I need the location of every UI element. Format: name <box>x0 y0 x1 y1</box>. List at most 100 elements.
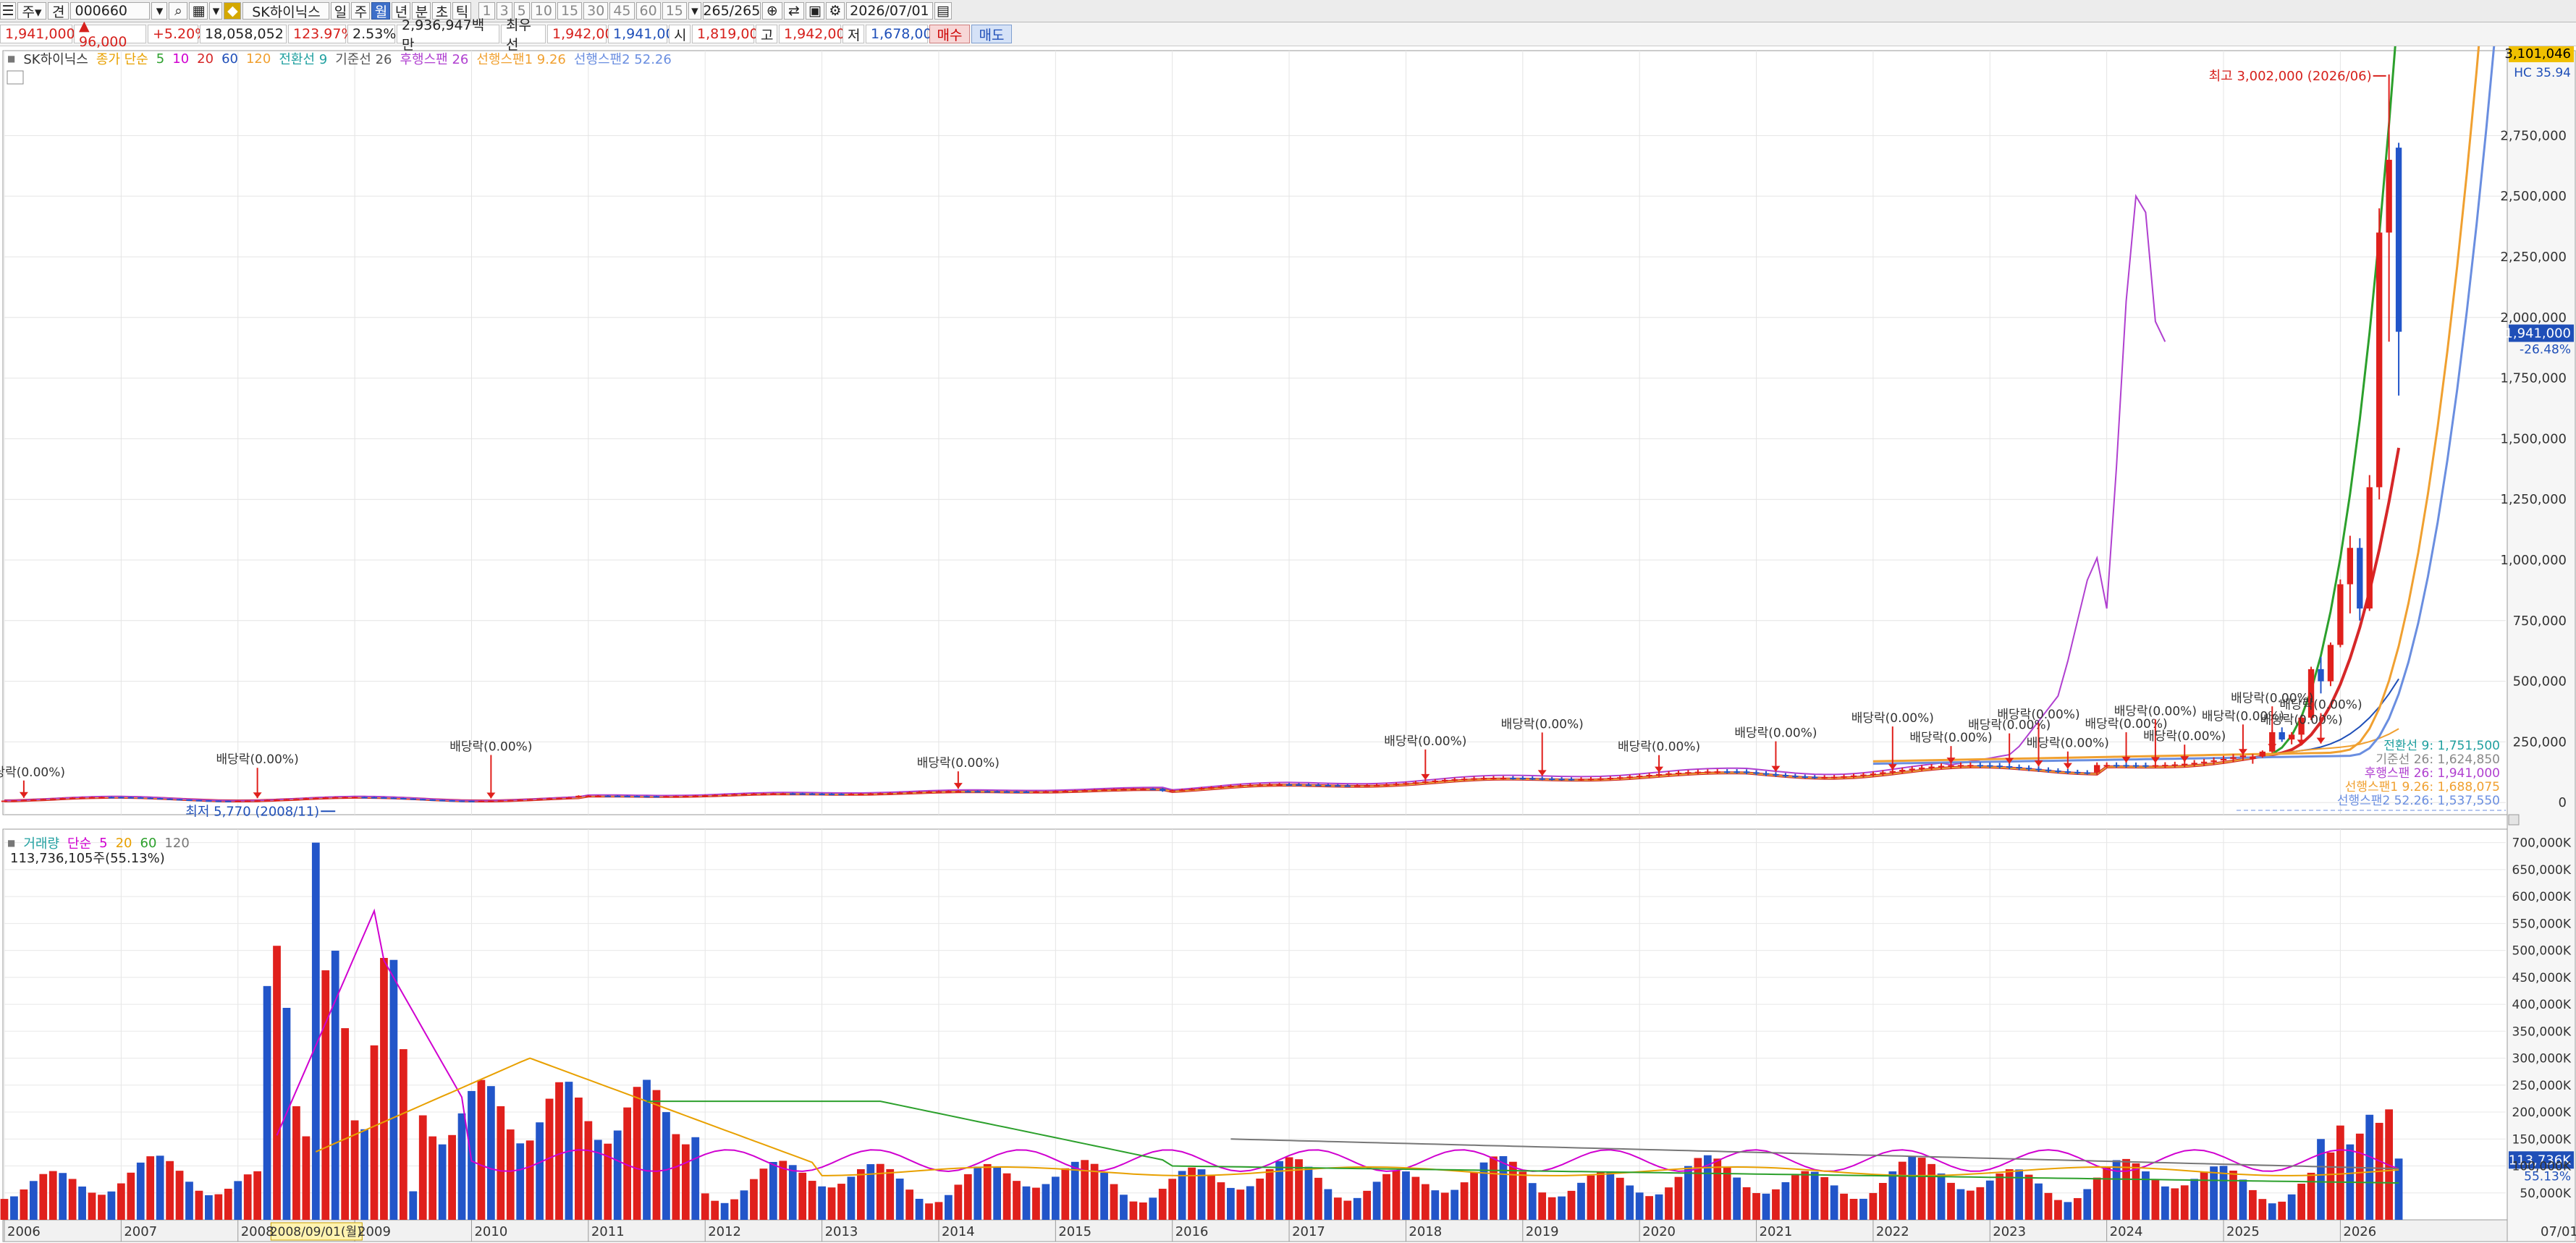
candle-body <box>711 794 718 797</box>
candle-body <box>1344 785 1351 787</box>
stock-dropdown-icon[interactable]: ▾ <box>209 2 223 20</box>
volume-bar <box>2200 1171 2208 1220</box>
candle-body <box>858 793 864 795</box>
interval-button-5[interactable]: 30 <box>583 2 609 20</box>
candle-body <box>770 793 777 795</box>
legend-item[interactable]: 5 <box>156 51 164 67</box>
x-tick-label: 2020 <box>1642 1224 1676 1239</box>
candle-body <box>2239 755 2247 758</box>
interval-button-6[interactable]: 45 <box>609 2 635 20</box>
volume-bar <box>292 1106 300 1220</box>
legend-item[interactable]: 60 <box>221 51 238 67</box>
legend-item[interactable]: 120 <box>246 51 271 67</box>
period-button-1[interactable]: 주 <box>351 2 371 20</box>
volume-bar <box>1752 1192 1760 1220</box>
interval-button-4[interactable]: 15 <box>557 2 583 20</box>
candle-body <box>1909 768 1915 771</box>
candle-body <box>1519 778 1526 780</box>
volume-bar <box>1898 1161 1906 1220</box>
candle-body <box>751 793 757 795</box>
volume-bar <box>1372 1182 1381 1220</box>
mode-dropdown-icon[interactable]: 주▾ <box>17 2 46 20</box>
volume-bar <box>195 1190 203 1220</box>
candle-body <box>683 795 689 797</box>
date-input[interactable]: 2026/07/01 <box>845 2 933 20</box>
calculator-icon[interactable]: ▦ <box>189 2 208 20</box>
x-tick-label: 2010 <box>474 1224 507 1239</box>
volume-bar <box>380 958 388 1220</box>
volume-bar <box>117 1183 125 1220</box>
legend-item[interactable]: 기준선 26 <box>335 49 392 68</box>
volume-bar <box>224 1188 232 1220</box>
stock-chart[interactable]: 배당락(0.00%)배당락(0.00%)배당락(0.00%)배당락(0.00%)… <box>0 46 2576 1243</box>
candle-body <box>488 800 494 802</box>
line-value-label: 기준선 26: 1,624,850 <box>2376 752 2500 767</box>
volume-bar <box>2229 1170 2237 1220</box>
candle-body <box>2103 765 2110 767</box>
legend-item[interactable]: SK하이닉스 <box>23 49 88 68</box>
legend-item[interactable]: 120 <box>164 836 189 851</box>
candle-body <box>1675 772 1682 774</box>
candle-body <box>1500 778 1507 780</box>
candle-body <box>906 792 913 794</box>
volume-bar <box>399 1049 407 1220</box>
legend-item[interactable]: 선행스팬1 9.26 <box>476 49 566 68</box>
candle-body <box>2006 765 2013 768</box>
legend-item[interactable]: 선행스팬2 52.26 <box>574 49 672 68</box>
volume-bar <box>983 1163 992 1220</box>
volume-bar <box>234 1181 242 1220</box>
period-button-2[interactable]: 월 <box>371 2 391 20</box>
legend-item[interactable]: 10 <box>172 51 189 67</box>
volume-bar <box>827 1187 836 1220</box>
legend-item[interactable]: 전환선 9 <box>279 49 327 68</box>
volume-bar <box>2024 1174 2033 1220</box>
search-icon[interactable]: ⌕ <box>169 2 188 20</box>
volume-bar <box>205 1195 213 1220</box>
volume-bar <box>866 1164 875 1220</box>
gear-icon[interactable]: ⚙ <box>825 2 845 20</box>
volume-bar <box>1363 1190 1372 1220</box>
panel-resize-icon[interactable] <box>2508 814 2520 826</box>
volume-bar <box>321 970 330 1220</box>
volume-bar <box>2239 1179 2247 1220</box>
candle-body <box>536 798 543 800</box>
zoom-in-icon[interactable]: ⊕ <box>761 2 782 20</box>
volume-tick-label: 650,000K <box>2512 863 2572 878</box>
menu-icon[interactable]: ☰ <box>0 2 16 20</box>
interval-button-7[interactable]: 60 <box>635 2 661 20</box>
volume-bar <box>1168 1179 1177 1220</box>
candle-body <box>1724 771 1731 773</box>
candle-body <box>98 797 105 799</box>
volume-bar <box>263 985 271 1220</box>
volume-ratio: 123.97% <box>288 25 355 43</box>
candle-body <box>225 800 232 802</box>
sell-button[interactable]: 매도 <box>971 25 1012 43</box>
stock-code-input[interactable]: 000660 <box>70 2 151 20</box>
interval-dropdown-icon[interactable]: ▾ <box>688 2 701 20</box>
candle-body <box>1548 779 1555 781</box>
buy-button[interactable]: 매수 <box>929 25 970 43</box>
legend-item[interactable]: 20 <box>197 51 214 67</box>
calendar-icon[interactable]: ▤ <box>934 2 952 20</box>
link-icon[interactable]: ⇄ <box>783 2 804 20</box>
high-price: 1,942,000 <box>779 25 854 43</box>
candle-body <box>108 797 115 799</box>
legend-marker-icon: ■ <box>7 54 16 64</box>
candle-body <box>1802 776 1808 779</box>
volume-bar <box>536 1122 544 1220</box>
legend-item[interactable]: 종가 단순 <box>96 49 148 68</box>
period-button-0[interactable]: 일 <box>331 2 350 20</box>
legend-item[interactable]: 후행스팬 26 <box>400 49 469 68</box>
volume-bar <box>934 1202 943 1220</box>
candle-body <box>1 800 8 802</box>
chart-type-button[interactable]: 견 <box>48 2 69 20</box>
candle-body <box>293 798 300 800</box>
candle-body <box>400 798 407 800</box>
save-icon[interactable]: ▣ <box>805 2 824 20</box>
panel-settings-icon[interactable] <box>7 70 24 85</box>
interval-button-8[interactable]: 15 <box>662 2 687 20</box>
x-end-label: 07/01 <box>2541 1224 2576 1239</box>
volume-bar <box>311 842 320 1220</box>
volume-bar <box>1996 1174 2004 1220</box>
code-dropdown-icon[interactable]: ▾ <box>151 2 168 20</box>
